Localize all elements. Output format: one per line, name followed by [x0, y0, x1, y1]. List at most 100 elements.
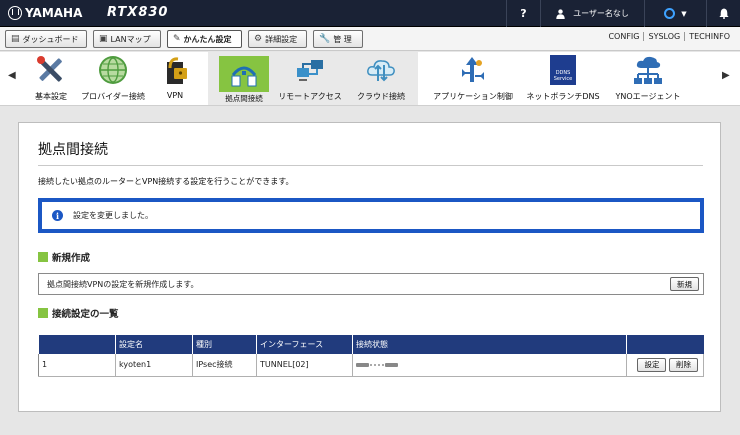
feature-vpn[interactable]: VPN	[155, 53, 195, 104]
remote-access-icon	[293, 53, 327, 87]
success-notice: i 設定を変更しました。	[38, 198, 704, 233]
feature-yno-agent[interactable]: YNOエージェント	[611, 53, 685, 104]
cell-status	[352, 354, 627, 377]
nav-management-label: 管 理	[333, 34, 352, 44]
new-section-title: 新規作成	[52, 253, 91, 264]
new-config-row: 拠点間接続VPNの設定を新規作成します。 新規	[38, 273, 704, 295]
cell-setting-name: kyoten1	[115, 354, 193, 377]
feature-label: 拠点間接続	[225, 94, 263, 103]
cell-interface: TUNNEL[02]	[256, 354, 353, 377]
power-menu[interactable]: ▼	[644, 0, 706, 27]
feature-label: 基本設定	[35, 92, 67, 101]
table-row: 1 kyoten1 IPsec接続 TUNNEL[02] 設定 削除	[38, 354, 704, 377]
title-divider	[38, 165, 703, 166]
brand-text: YAMAHA	[25, 6, 83, 20]
techinfo-link[interactable]: TECHINFO	[684, 32, 734, 41]
help-button[interactable]: ?	[506, 0, 540, 27]
yamaha-logo: YAMAHA	[8, 6, 82, 20]
config-link[interactable]: CONFIG	[604, 32, 643, 41]
feature-label: クラウド接続	[357, 92, 405, 101]
list-section-heading: 接続設定の一覧	[38, 306, 119, 320]
lan-map-icon: ▣	[99, 34, 108, 44]
col-type: 種別	[192, 335, 257, 354]
new-config-text: 拠点間接続VPNの設定を新規作成します。	[47, 279, 199, 289]
chevron-down-icon: ▼	[681, 9, 687, 18]
nav-advanced-button[interactable]: ⚙ 詳細設定	[248, 30, 307, 48]
feature-label: アプリケーション制御	[433, 92, 513, 101]
yno-agent-icon	[631, 53, 665, 87]
feature-label: プロバイダー接続	[81, 92, 145, 101]
notification-button[interactable]	[706, 0, 740, 27]
user-name: ユーザー名なし	[573, 9, 629, 18]
tools-icon	[34, 53, 68, 87]
feature-provider-connection[interactable]: プロバイダー接続	[80, 53, 146, 104]
top-header-bar: YAMAHA RTX830 ? ユーザー名なし ▼	[0, 0, 740, 27]
col-setting-name: 設定名	[115, 335, 193, 354]
nav-lanmap-label: LANマップ	[110, 34, 151, 44]
section-marker-icon	[38, 252, 48, 262]
connection-list-table: 設定名 種別 インターフェース 接続状態 1 kyoten1 IPsec接続 T…	[38, 335, 704, 377]
list-section-title: 接続設定の一覧	[52, 309, 119, 320]
syslog-link[interactable]: SYSLOG	[643, 32, 684, 41]
tuning-fork-icon	[8, 6, 22, 20]
feature-label: YNOエージェント	[615, 92, 681, 101]
user-menu[interactable]: ユーザー名なし	[540, 0, 644, 27]
section-marker-icon	[38, 308, 48, 318]
dashboard-icon: ▤	[11, 34, 20, 44]
feature-remote-access[interactable]: リモートアクセス	[278, 53, 342, 104]
nav-dashboard-button[interactable]: ▤ ダッシュボード	[5, 30, 87, 48]
feature-netvolante-dns[interactable]: DDNS Service ネットボランチDNS	[524, 53, 602, 104]
scroll-right-arrow-icon[interactable]: ▶	[722, 70, 730, 81]
nav-management-button[interactable]: 🔧 管 理	[313, 30, 363, 48]
feature-cloud-connect[interactable]: クラウド接続	[354, 53, 408, 104]
globe-icon	[96, 53, 130, 87]
power-status-icon	[664, 8, 676, 19]
col-status: 接続状態	[352, 335, 627, 354]
nav-dashboard-label: ダッシュボード	[22, 34, 79, 44]
col-actions	[626, 335, 704, 354]
user-icon	[556, 8, 565, 19]
wand-icon: ✎	[173, 34, 181, 44]
nav-easy-setup-button[interactable]: ✎ かんたん設定	[167, 30, 242, 48]
feature-application-control[interactable]: アプリケーション制御	[430, 53, 516, 104]
cloud-connect-icon	[364, 53, 398, 87]
ddns-icon: DDNS Service	[546, 53, 580, 87]
feature-label: ネットボランチDNS	[526, 92, 600, 101]
feature-icon-bar: ◀ ▶ 基本設定 プロバイダー接続 VPN 拠点間接続 リモートアクセス クラウ…	[0, 52, 740, 106]
cell-number: 1	[38, 354, 116, 377]
nav-lanmap-button[interactable]: ▣ LANマップ	[93, 30, 161, 48]
feature-label: VPN	[166, 91, 184, 100]
col-interface: インターフェース	[256, 335, 353, 354]
site-to-site-icon	[219, 56, 269, 92]
notice-text: 設定を変更しました。	[73, 211, 153, 220]
new-button[interactable]: 新規	[670, 277, 699, 291]
app-control-icon	[456, 53, 490, 87]
feature-basic-settings[interactable]: 基本設定	[28, 53, 74, 104]
ddns-icon-text: DDNS Service	[550, 55, 576, 85]
page-title: 拠点間接続	[38, 142, 108, 158]
cell-actions: 設定 削除	[626, 354, 704, 377]
edit-button[interactable]: 設定	[637, 357, 667, 372]
utility-links: CONFIG SYSLOG TECHINFO	[604, 32, 734, 41]
info-icon: i	[52, 210, 63, 221]
tunnel-status-icon	[356, 363, 398, 368]
cell-type: IPsec接続	[192, 354, 257, 377]
table-header-row: 設定名 種別 インターフェース 接続状態	[38, 335, 704, 354]
scroll-left-arrow-icon[interactable]: ◀	[8, 70, 16, 81]
page-description: 接続したい拠点のルーターとVPN接続する設定を行うことができます。	[38, 177, 294, 186]
help-icon: ?	[520, 7, 527, 20]
feature-label: リモートアクセス	[278, 92, 342, 101]
main-nav-bar: ▤ ダッシュボード ▣ LANマップ ✎ かんたん設定 ⚙ 詳細設定 🔧 管 理…	[0, 27, 740, 51]
feature-site-to-site[interactable]: 拠点間接続	[216, 53, 272, 104]
wrench-icon: 🔧	[319, 34, 331, 44]
main-content-panel: 拠点間接続 接続したい拠点のルーターとVPN接続する設定を行うことができます。 …	[18, 122, 721, 412]
new-section-heading: 新規作成	[38, 250, 90, 264]
gear-icon: ⚙	[254, 34, 263, 44]
model-name: RTX830	[107, 5, 169, 20]
nav-easy-setup-label: かんたん設定	[183, 34, 232, 44]
delete-button[interactable]: 削除	[669, 357, 698, 372]
col-number	[38, 335, 116, 354]
vpn-lock-icon	[158, 53, 192, 87]
nav-advanced-label: 詳細設定	[265, 34, 298, 44]
bell-icon	[718, 8, 729, 19]
